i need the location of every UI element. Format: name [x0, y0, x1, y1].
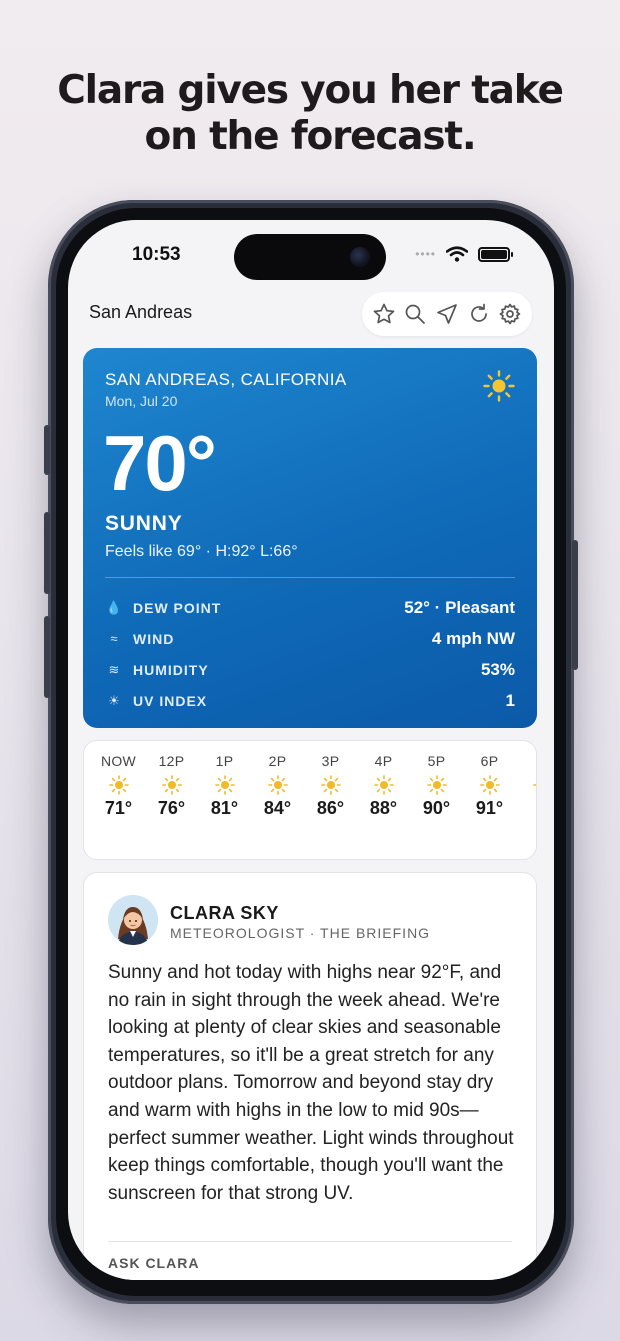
signal-icon: ••••	[415, 247, 436, 261]
sun-icon	[479, 775, 500, 795]
hour-label: NOW	[100, 753, 137, 769]
hour-label: 4P	[374, 753, 393, 769]
avatar	[108, 895, 158, 945]
camera-icon	[350, 247, 370, 267]
hour-column: 2P 84°	[251, 753, 304, 819]
sun-icon	[267, 775, 288, 795]
sun-icon	[483, 370, 515, 402]
refresh-icon	[470, 303, 487, 322]
toolbar	[362, 292, 532, 336]
clara-briefing-text: Sunny and hot today with highs near 92°F…	[108, 962, 514, 1204]
metric-uv-index: ☀ UV INDEX 1	[105, 685, 515, 716]
hour-column: 3P 86°	[304, 753, 357, 819]
star-icon	[373, 303, 395, 324]
uv-icon: ☀	[108, 692, 120, 708]
metrics-list: 💧 DEW POINT 52° · Pleasant ≈ WIND 4 mph …	[105, 592, 515, 716]
hour-temp: 81°	[210, 798, 239, 818]
hour-temp: 91°	[475, 798, 504, 818]
condition-label: SUNNY	[105, 512, 183, 535]
wifi-icon	[446, 246, 468, 262]
metric-value: 53%	[480, 659, 515, 679]
hour-temp: 86°	[316, 798, 345, 818]
sun-icon	[320, 775, 341, 795]
hour-label: 1P	[215, 753, 234, 769]
hourly-strip: NOW 71° 12P 76° 1P 81° 2P 84° 3P 86° 4P 88° 5P 90° 6P 9…	[92, 753, 536, 819]
feels-like-text: Feels like 69° · H:92° L:66°	[105, 543, 298, 560]
hour-column: NOW 71°	[92, 753, 145, 819]
wind-icon: ≈	[110, 631, 118, 646]
hour-temp: 71°	[104, 798, 133, 818]
hour-column: 5P 90°	[410, 753, 463, 819]
search-button[interactable]	[401, 300, 429, 328]
hour-column: 6P 91°	[463, 753, 516, 819]
sun-icon	[214, 775, 235, 795]
humidity-icon: ≋	[108, 661, 120, 677]
status-icons: ••••	[415, 246, 513, 262]
hour-column: 79	[516, 753, 536, 819]
location-button[interactable]	[433, 300, 461, 328]
volume-up-button	[44, 512, 50, 594]
promo-headline: Clara gives you her take on the forecast…	[0, 68, 620, 160]
hour-temp: 90°	[422, 798, 451, 818]
hourly-forecast-card[interactable]: NOW 71° 12P 76° 1P 81° 2P 84° 3P 86° 4P 88° 5P 90° 6P 9…	[83, 740, 537, 860]
hour-label: 6P	[480, 753, 499, 769]
sun-icon	[161, 775, 182, 795]
sun-icon	[426, 775, 447, 795]
briefing-divider	[108, 1241, 512, 1242]
current-temperature: 70°	[103, 419, 217, 507]
metric-dew-point: 💧 DEW POINT 52° · Pleasant	[105, 592, 515, 623]
clara-name: CLARA SKY	[170, 903, 279, 923]
hour-column: 1P 81°	[198, 753, 251, 819]
droplet-icon: 💧	[105, 599, 123, 615]
sun-icon	[532, 775, 536, 795]
sun-icon	[108, 775, 129, 795]
settings-button[interactable]	[496, 300, 524, 328]
clara-role: METEOROLOGIST · THE BRIEFING	[170, 925, 431, 941]
sun-icon	[373, 775, 394, 795]
metric-value: 4 mph NW	[431, 628, 515, 648]
headline-line-1: Clara gives you her take	[57, 68, 564, 113]
search-icon	[406, 304, 426, 324]
location-label: SAN ANDREAS, CALIFORNIA	[105, 370, 347, 389]
hour-label: 5P	[427, 753, 446, 769]
battery-icon	[478, 246, 513, 262]
volume-down-button	[44, 616, 50, 698]
metric-value: 1	[505, 690, 515, 710]
metric-wind: ≈ WIND 4 mph NW	[105, 623, 515, 654]
power-button	[572, 540, 578, 670]
header-city: San Andreas	[89, 302, 193, 322]
action-button	[44, 425, 50, 475]
metric-humidity: ≋ HUMIDITY 53%	[105, 654, 515, 685]
hour-temp: 84°	[263, 798, 292, 818]
location-arrow-icon	[437, 304, 457, 324]
hour-label: 12P	[158, 753, 185, 769]
metric-label: UV INDEX	[133, 692, 208, 709]
metric-label: HUMIDITY	[133, 661, 209, 678]
hour-column: 4P 88°	[357, 753, 410, 819]
hour-label: 2P	[268, 753, 287, 769]
refresh-button[interactable]	[465, 300, 493, 328]
ask-clara-button[interactable]: ASK CLARA	[108, 1255, 199, 1271]
card-divider	[105, 577, 515, 578]
clara-avatar-illustration	[108, 895, 158, 945]
headline-line-2: on the forecast.	[144, 114, 477, 159]
status-time: 10:53	[132, 244, 181, 265]
hour-column: 12P 76°	[145, 753, 198, 819]
hour-temp: 88°	[369, 798, 398, 818]
metric-value: 52° · Pleasant	[404, 597, 515, 617]
date-label: Mon, Jul 20	[105, 393, 178, 409]
app-screen: 10:53 •••• San Andreas SAN ANDREAS, CALI…	[68, 220, 554, 1280]
hour-temp: 9	[516, 798, 536, 819]
metric-label: DEW POINT	[133, 599, 222, 616]
hour-temp: 76°	[157, 798, 186, 818]
dynamic-island	[234, 234, 386, 280]
settings-icon	[499, 303, 521, 325]
current-weather-card: SAN ANDREAS, CALIFORNIA Mon, Jul 20 70° …	[83, 348, 537, 728]
hour-label: 7	[516, 753, 536, 769]
clara-briefing-card: CLARA SKY METEOROLOGIST · THE BRIEFING S…	[83, 872, 537, 1280]
metric-label: WIND	[133, 630, 175, 647]
favorite-button[interactable]	[370, 300, 398, 328]
hour-label: 3P	[321, 753, 340, 769]
